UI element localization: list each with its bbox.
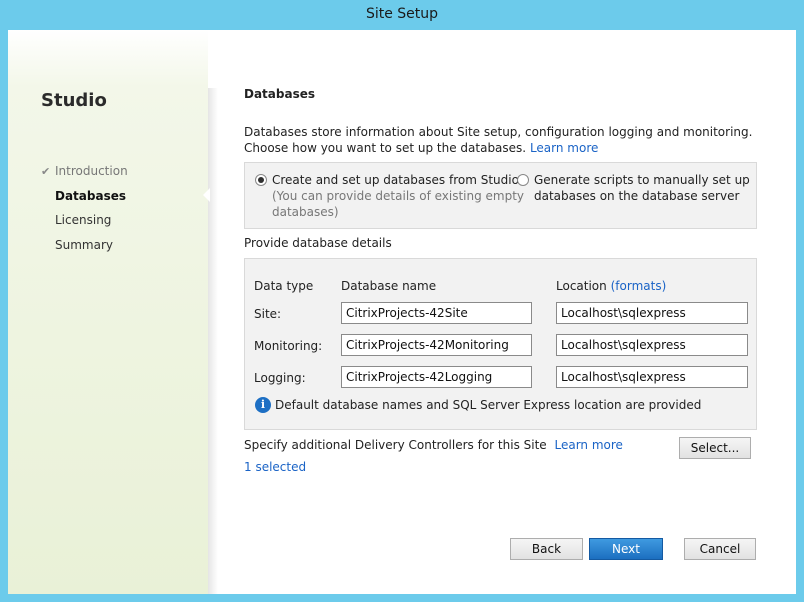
location-header-text: Location — [556, 279, 607, 293]
logging-location-input[interactable]: Localhost\sqlexpress — [556, 366, 748, 388]
delivery-controllers-label: Specify additional Delivery Controllers … — [244, 438, 547, 452]
step-databases: Databases — [55, 189, 127, 203]
page-description: Databases store information about Site s… — [244, 124, 764, 156]
row-label-logging: Logging: — [254, 371, 306, 385]
description-line-2: Choose how you want to set up the databa… — [244, 140, 764, 156]
step-licensing: Licensing — [55, 213, 112, 227]
description-line-1: Databases store information about Site s… — [244, 125, 753, 139]
formats-link[interactable]: (formats) — [611, 279, 667, 293]
step-introduction: ✔ Introduction — [41, 164, 128, 178]
site-database-name-input[interactable]: CitrixProjects-42Site — [341, 302, 532, 324]
delivery-controllers-text: Specify additional Delivery Controllers … — [244, 438, 623, 452]
option-2-line-1: Generate scripts to manually set up — [534, 173, 750, 187]
setup-method-group: Create and set up databases from Studio … — [244, 162, 757, 229]
dialog-client-area: Studio ✔ Introduction Databases Licensing… — [8, 30, 796, 594]
back-button[interactable]: Back — [510, 538, 583, 560]
option-1-line-1: Create and set up databases from Studio — [272, 173, 519, 187]
option-1-line-2: (You can provide details of existing emp… — [272, 189, 525, 203]
option-1-line-3: databases) — [272, 205, 339, 219]
database-details-label: Provide database details — [244, 236, 392, 250]
radio-generate-scripts-label[interactable]: Generate scripts to manually set up data… — [534, 172, 750, 204]
window-title: Site Setup — [365, 6, 439, 22]
cancel-button[interactable]: Cancel — [684, 538, 756, 560]
description-line-2-text: Choose how you want to set up the databa… — [244, 141, 527, 155]
monitoring-database-name-input[interactable]: CitrixProjects-42Monitoring — [341, 334, 532, 356]
column-header-data-type: Data type — [254, 279, 314, 293]
column-header-database-name: Database name — [341, 279, 437, 293]
logging-database-name-input[interactable]: CitrixProjects-42Logging — [341, 366, 532, 388]
radio-create-databases[interactable] — [255, 174, 267, 186]
checkmark-icon: ✔ — [41, 165, 51, 178]
site-location-input[interactable]: Localhost\sqlexpress — [556, 302, 748, 324]
info-icon: i — [255, 397, 271, 413]
row-label-monitoring: Monitoring: — [254, 339, 323, 353]
radio-generate-scripts[interactable] — [517, 174, 529, 186]
step-summary: Summary — [55, 238, 113, 252]
option-2-line-2: databases on the database server — [534, 189, 740, 203]
monitoring-location-input[interactable]: Localhost\sqlexpress — [556, 334, 748, 356]
sidebar-divider-shadow — [208, 88, 218, 594]
wizard-sidebar: Studio ✔ Introduction Databases Licensing… — [8, 30, 208, 594]
controllers-learn-more-link[interactable]: Learn more — [555, 438, 623, 452]
info-message: Default database names and SQL Server Ex… — [275, 398, 702, 412]
page-heading: Databases — [244, 87, 316, 101]
select-controllers-button[interactable]: Select... — [679, 437, 751, 459]
learn-more-link[interactable]: Learn more — [530, 141, 598, 155]
selected-controllers-link[interactable]: 1 selected — [244, 460, 306, 474]
radio-create-databases-label[interactable]: Create and set up databases from Studio … — [272, 172, 524, 220]
active-step-pointer — [203, 188, 210, 202]
column-header-location: Location (formats) — [556, 279, 666, 293]
next-button[interactable]: Next — [589, 538, 663, 560]
database-details-panel: Data type Database name Location (format… — [244, 258, 757, 430]
row-label-site: Site: — [254, 307, 282, 321]
step-introduction-label: Introduction — [55, 164, 128, 178]
app-title: Studio — [41, 90, 107, 111]
